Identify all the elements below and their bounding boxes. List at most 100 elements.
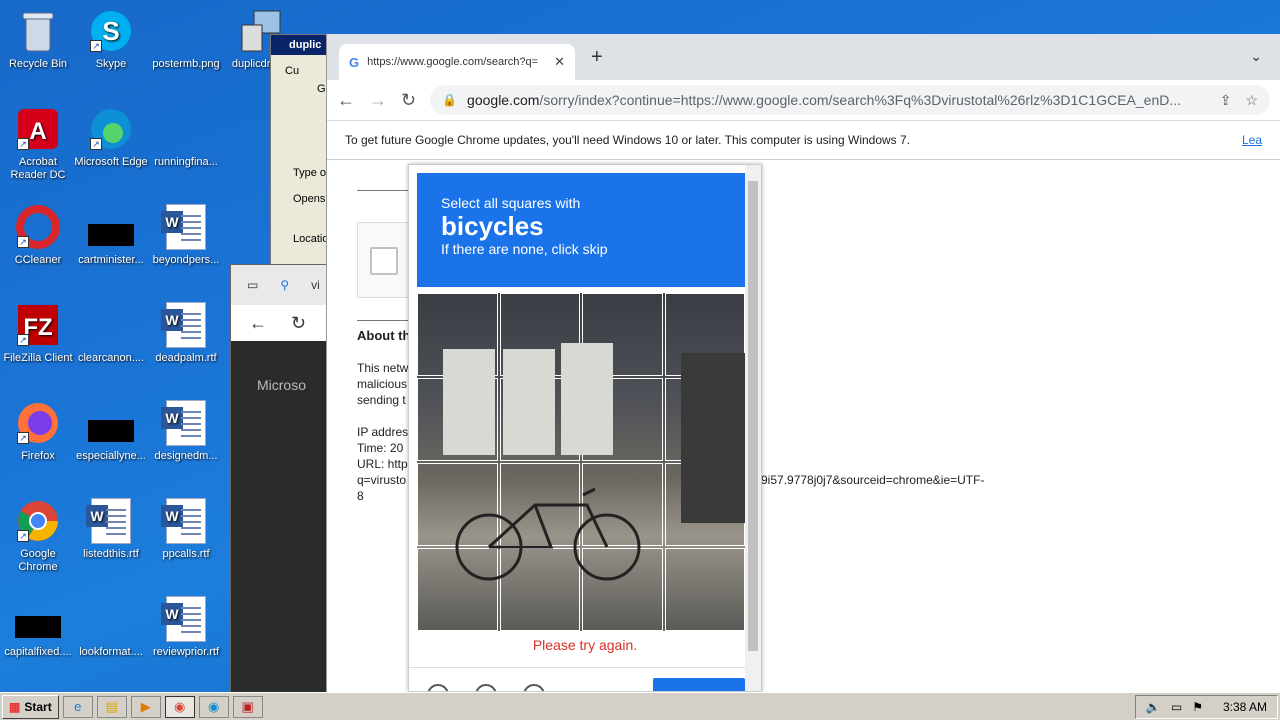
back-icon[interactable]: ←: [249, 313, 267, 334]
desktop-icon-acrobat[interactable]: A ↗ Acrobat Reader DC: [0, 106, 76, 182]
challenge-footer: [409, 667, 761, 691]
file-icon: [163, 106, 209, 152]
media-player-taskbar-icon[interactable]: ▶: [130, 695, 161, 718]
desktop-icon-listedthis[interactable]: W listedthis.rtf: [73, 498, 149, 561]
volume-icon[interactable]: 🔈: [1146, 700, 1161, 714]
grid-tile[interactable]: [499, 463, 580, 546]
browser-toolbar: ← → ↻ 🔒 google.com/sorry/index?continue=…: [327, 80, 1280, 120]
word-doc-icon: W: [161, 400, 209, 446]
error-message: Please try again.: [532, 637, 638, 653]
desktop-icon-beyondpers[interactable]: W beyondpers...: [148, 204, 224, 267]
desktop-icon-firefox[interactable]: ↗ Firefox: [0, 400, 76, 463]
grid-tile[interactable]: [664, 463, 745, 546]
tab-title: https://www.google.com/search?q=: [367, 56, 539, 68]
background-dialog-window[interactable]: duplic Cu G Type o Opens Locatio: [270, 34, 330, 284]
grid-tile[interactable]: [417, 463, 498, 546]
grid-tile[interactable]: [499, 548, 580, 631]
desktop-icon-label: Microsoft Edge: [74, 156, 148, 168]
desktop-icon-ppcalls[interactable]: W ppcalls.rtf: [148, 498, 224, 561]
bookmark-star-icon[interactable]: ☆: [1245, 92, 1258, 109]
forward-button[interactable]: →: [369, 90, 387, 111]
edge-tab-title[interactable]: vi: [311, 278, 320, 292]
grid-tile[interactable]: [417, 548, 498, 631]
page-text: Time: 20: [357, 441, 404, 455]
grid-tile[interactable]: [582, 293, 663, 376]
reload-challenge-icon[interactable]: [427, 684, 449, 691]
grid-tile[interactable]: [417, 378, 498, 461]
grid-tile[interactable]: [664, 293, 745, 376]
installer-taskbar-icon[interactable]: ▣: [232, 695, 263, 718]
desktop-icon-label: Google Chrome: [18, 548, 58, 573]
clock[interactable]: 3:38 AM: [1223, 700, 1267, 714]
svg-text:A: A: [29, 118, 46, 145]
word-doc-icon: W: [86, 498, 134, 544]
desktop-icon-edge[interactable]: ↗ Microsoft Edge: [73, 106, 149, 169]
grid-tile[interactable]: [582, 378, 663, 461]
edge-window[interactable]: ▭ ⚲ vi ← ↻ Microso: [230, 264, 330, 694]
desktop-icon-designedm[interactable]: W designedm...: [148, 400, 224, 463]
desktop-icon-label: FileZilla Client: [3, 352, 73, 364]
grid-tile[interactable]: [499, 378, 580, 461]
desktop-icon-label: lookformat....: [79, 646, 143, 658]
grid-tile[interactable]: [582, 548, 663, 631]
explorer-taskbar-icon[interactable]: ▤: [96, 695, 127, 718]
verify-button[interactable]: [653, 678, 745, 691]
challenge-target: bicycles: [441, 211, 544, 241]
share-icon[interactable]: ⇪: [1220, 92, 1232, 109]
help-icon[interactable]: [523, 684, 545, 691]
grid-tile[interactable]: [664, 548, 745, 631]
desktop-icon-skype[interactable]: S ↗ Skype: [73, 8, 149, 71]
audio-challenge-icon[interactable]: [475, 684, 497, 691]
microsoft-brand: Microso: [257, 377, 307, 393]
reload-button[interactable]: ↻: [401, 90, 416, 111]
desktop-icon-lookformat[interactable]: lookformat....: [73, 596, 149, 659]
lock-icon[interactable]: 🔒: [442, 93, 457, 107]
desktop-icon-clearcanon[interactable]: clearcanon....: [73, 302, 149, 365]
learn-more-link[interactable]: Lea: [1242, 133, 1262, 147]
grid-tile[interactable]: [499, 293, 580, 376]
new-tab-button[interactable]: +: [591, 46, 603, 69]
start-button[interactable]: ▦ Start: [2, 694, 59, 719]
close-tab-icon[interactable]: ✕: [554, 54, 565, 70]
desktop-icon-label: listedthis.rtf: [83, 548, 139, 560]
desktop-icon-especiallyne[interactable]: especiallyne...: [73, 400, 149, 463]
file-icon: [88, 204, 134, 250]
action-center-flag-icon[interactable]: ⚑: [1192, 700, 1203, 714]
desktop-icon-capitalfixed[interactable]: capitalfixed....: [0, 596, 76, 659]
dialog-text: Type o: [293, 167, 327, 179]
challenge-scrollbar[interactable]: [745, 165, 761, 691]
desktop-icon-label: clearcanon....: [77, 352, 145, 364]
grid-tile[interactable]: [417, 293, 498, 376]
network-icon[interactable]: ▭: [1171, 700, 1182, 714]
ie-taskbar-icon[interactable]: e: [62, 695, 93, 718]
tab-search-icon[interactable]: ⌄: [1250, 48, 1262, 65]
anyrun-watermark: ANY RUN: [1038, 613, 1279, 669]
desktop-icon-chrome[interactable]: ↗ Google Chrome: [0, 498, 76, 574]
page-text: IP addres: [357, 425, 409, 439]
grid-tile[interactable]: [582, 463, 663, 546]
reload-icon[interactable]: ↻: [291, 313, 306, 334]
grid-tile[interactable]: [664, 378, 745, 461]
desktop-icon-cartminister[interactable]: cartminister...: [73, 204, 149, 267]
browser-tab[interactable]: G https://www.google.com/search?q= ✕: [339, 44, 575, 80]
desktop-icon-recycle-bin[interactable]: Recycle Bin: [0, 8, 76, 71]
challenge-instruction: Select all squares with: [441, 195, 581, 211]
desktop-icon-runningfina[interactable]: runningfina...: [148, 106, 224, 169]
start-label: Start: [24, 699, 52, 714]
chrome-taskbar-icon[interactable]: ◉: [164, 695, 195, 718]
word-doc-icon: W: [161, 302, 209, 348]
page-text: This netw: [357, 361, 409, 375]
desktop-icon-filezilla[interactable]: FZ ↗ FileZilla Client: [0, 302, 76, 365]
word-doc-icon: W: [161, 596, 209, 642]
back-button[interactable]: ←: [337, 90, 355, 111]
desktop-icon-ccleaner[interactable]: ↗ CCleaner: [0, 204, 76, 267]
dialog-text: Locatio: [293, 233, 329, 245]
desktop-icon-postermb[interactable]: postermb.png: [148, 8, 224, 71]
svg-text:S: S: [102, 16, 119, 46]
desktop-icon-reviewprior[interactable]: W reviewprior.rtf: [148, 596, 224, 659]
tab-actions-icon[interactable]: ▭: [247, 278, 258, 292]
edge-taskbar-icon[interactable]: ◉: [198, 695, 229, 718]
address-bar[interactable]: 🔒 google.com/sorry/index?continue=https:…: [430, 85, 1270, 115]
desktop-icon-deadpalm[interactable]: W deadpalm.rtf: [148, 302, 224, 365]
recaptcha-challenge: Select all squares with bicycles If ther…: [408, 164, 762, 692]
